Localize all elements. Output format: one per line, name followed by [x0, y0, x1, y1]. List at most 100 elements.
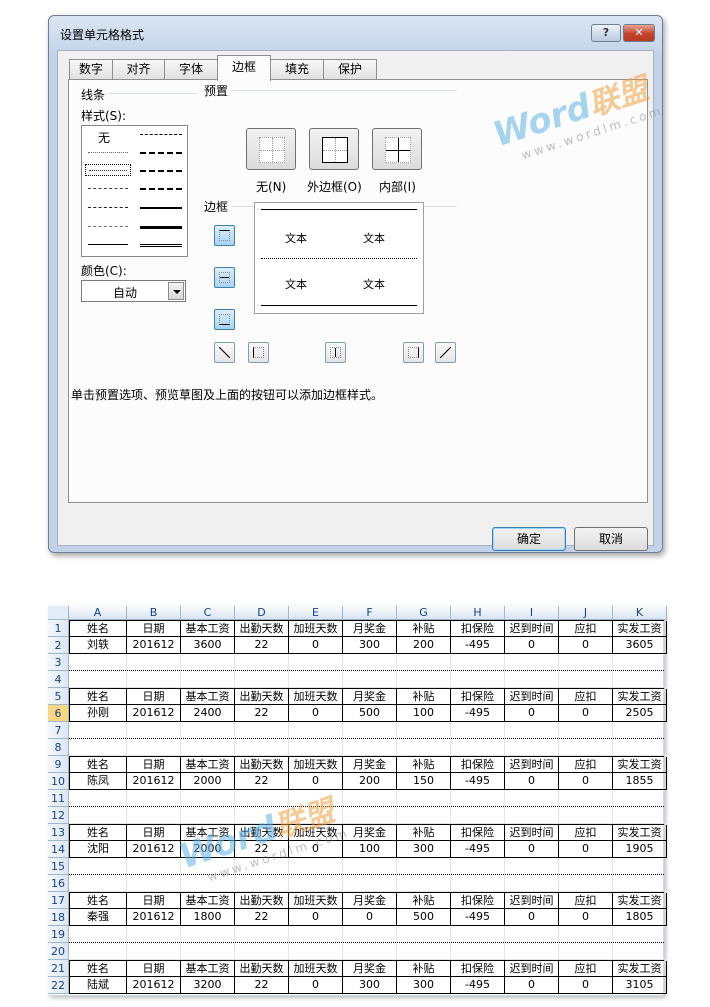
row-header[interactable]: 21	[48, 960, 69, 977]
line-style-r2[interactable]	[140, 152, 182, 154]
table-cell[interactable]: 300	[343, 637, 397, 654]
line-style-dash-dot[interactable]	[88, 207, 128, 208]
table-cell[interactable]: 实发工资	[613, 689, 667, 705]
table-cell[interactable]: 姓名	[69, 825, 127, 841]
table-cell[interactable]: 日期	[127, 757, 181, 773]
table-cell[interactable]: 0	[505, 977, 559, 994]
table-cell[interactable]	[559, 739, 613, 756]
table-cell[interactable]: 出勤天数	[235, 825, 289, 841]
table-cell[interactable]: 加班天数	[289, 893, 343, 909]
column-header[interactable]: B	[127, 606, 181, 620]
table-cell[interactable]: 500	[343, 705, 397, 722]
table-cell[interactable]: 补贴	[397, 961, 451, 977]
table-cell[interactable]	[127, 858, 181, 874]
line-style-r4[interactable]	[140, 188, 182, 190]
table-cell[interactable]	[505, 671, 559, 688]
table-cell[interactable]	[235, 739, 289, 756]
table-cell[interactable]: 3605	[613, 637, 667, 654]
table-cell[interactable]	[127, 722, 181, 738]
table-cell[interactable]: 0	[289, 909, 343, 926]
table-cell[interactable]: 0	[505, 841, 559, 858]
table-cell[interactable]	[69, 807, 127, 824]
row-header[interactable]: 7	[48, 722, 69, 739]
table-cell[interactable]	[69, 739, 127, 756]
table-cell[interactable]: 1855	[613, 773, 667, 790]
table-cell[interactable]	[343, 807, 397, 824]
table-cell[interactable]	[559, 671, 613, 688]
table-cell[interactable]: 月奖金	[343, 825, 397, 841]
table-cell[interactable]: 月奖金	[343, 961, 397, 977]
table-cell[interactable]: 应扣	[559, 757, 613, 773]
table-cell[interactable]: 实发工资	[613, 825, 667, 841]
table-cell[interactable]: 基本工资	[181, 961, 235, 977]
table-cell[interactable]	[613, 739, 667, 756]
table-cell[interactable]	[451, 654, 505, 670]
table-cell[interactable]	[397, 943, 451, 960]
table-cell[interactable]	[397, 722, 451, 738]
table-cell[interactable]	[289, 875, 343, 892]
table-cell[interactable]: 日期	[127, 893, 181, 909]
table-cell[interactable]: 日期	[127, 961, 181, 977]
preset-outline-button[interactable]	[309, 128, 359, 170]
table-cell[interactable]: 201612	[127, 773, 181, 790]
table-cell[interactable]: 秦强	[69, 909, 127, 926]
table-cell[interactable]	[451, 739, 505, 756]
line-style-list[interactable]: 无	[81, 125, 188, 257]
table-cell[interactable]: 日期	[127, 689, 181, 705]
table-cell[interactable]: 扣保险	[451, 825, 505, 841]
table-cell[interactable]: 迟到时间	[505, 825, 559, 841]
table-cell[interactable]	[613, 807, 667, 824]
table-cell[interactable]: 22	[235, 977, 289, 994]
table-cell[interactable]	[343, 943, 397, 960]
row-header[interactable]: 14	[48, 841, 69, 858]
table-cell[interactable]: 应扣	[559, 689, 613, 705]
table-cell[interactable]: -495	[451, 637, 505, 654]
table-cell[interactable]: 0	[505, 773, 559, 790]
table-cell[interactable]	[613, 671, 667, 688]
table-cell[interactable]	[505, 722, 559, 738]
border-top-button[interactable]	[214, 225, 235, 246]
table-cell[interactable]	[397, 654, 451, 670]
table-cell[interactable]: 2000	[181, 773, 235, 790]
table-cell[interactable]: 2505	[613, 705, 667, 722]
table-cell[interactable]: 基本工资	[181, 757, 235, 773]
table-cell[interactable]	[181, 858, 235, 874]
row-header[interactable]: 11	[48, 790, 69, 807]
table-cell[interactable]: 出勤天数	[235, 621, 289, 637]
table-cell[interactable]	[505, 943, 559, 960]
table-cell[interactable]	[127, 926, 181, 942]
table-cell[interactable]: 应扣	[559, 961, 613, 977]
cancel-button[interactable]: 取消	[574, 527, 648, 551]
table-cell[interactable]	[127, 790, 181, 806]
table-cell[interactable]: 迟到时间	[505, 621, 559, 637]
table-cell[interactable]: 日期	[127, 621, 181, 637]
table-cell[interactable]: 陈凤	[69, 773, 127, 790]
table-cell[interactable]	[451, 807, 505, 824]
table-cell[interactable]: 0	[559, 909, 613, 926]
table-cell[interactable]: 月奖金	[343, 689, 397, 705]
table-cell[interactable]: 300	[397, 977, 451, 994]
table-cell[interactable]	[235, 790, 289, 806]
row-header[interactable]: 20	[48, 943, 69, 960]
table-cell[interactable]: 扣保险	[451, 961, 505, 977]
table-cell[interactable]: 姓名	[69, 689, 127, 705]
table-cell[interactable]: 加班天数	[289, 621, 343, 637]
table-cell[interactable]	[69, 790, 127, 806]
table-cell[interactable]	[235, 943, 289, 960]
row-header[interactable]: 3	[48, 654, 69, 671]
border-center-button[interactable]	[325, 342, 346, 363]
table-cell[interactable]	[289, 858, 343, 874]
table-cell[interactable]	[289, 739, 343, 756]
table-cell[interactable]: 日期	[127, 825, 181, 841]
column-header[interactable]: K	[613, 606, 667, 620]
table-cell[interactable]	[181, 943, 235, 960]
tab-font[interactable]: 字体	[164, 59, 218, 80]
table-cell[interactable]: 基本工资	[181, 621, 235, 637]
table-cell[interactable]: 沈阳	[69, 841, 127, 858]
column-header[interactable]: G	[397, 606, 451, 620]
row-header[interactable]: 5	[48, 688, 69, 705]
table-cell[interactable]	[289, 654, 343, 670]
table-cell[interactable]: 迟到时间	[505, 757, 559, 773]
line-style-medium[interactable]	[140, 207, 182, 209]
table-cell[interactable]	[127, 875, 181, 892]
